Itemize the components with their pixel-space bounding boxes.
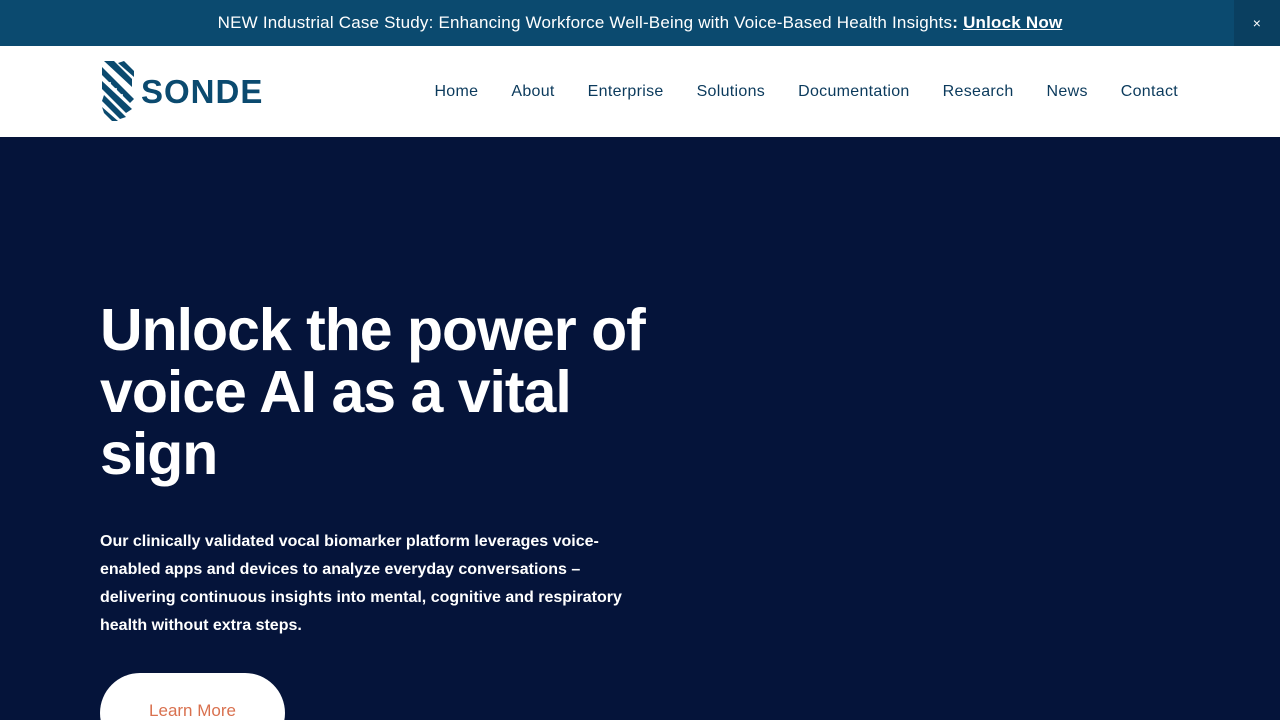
site-header: SONDE Home About Enterprise Solutions Do… [0,46,1280,137]
hero-headline: Unlock the power of voice AI as a vital … [100,297,646,487]
close-announcement-button[interactable]: × [1234,0,1280,46]
learn-more-button[interactable]: Learn More [100,673,285,720]
nav-contact[interactable]: Contact [1121,83,1178,101]
nav-research[interactable]: Research [943,83,1014,101]
hero-description: Our clinically validated vocal biomarker… [100,533,622,634]
announcement-text-wrap: NEW Industrial Case Study: Enhancing Wor… [218,13,1063,33]
nav-home[interactable]: Home [434,83,478,101]
main-nav: Home About Enterprise Solutions Document… [434,46,1178,137]
nav-solutions[interactable]: Solutions [697,83,766,101]
close-icon: × [1252,15,1262,31]
nav-news[interactable]: News [1047,83,1088,101]
logo-mark-icon [102,61,134,121]
hero-section: Unlock the power of voice AI as a vital … [0,137,1280,720]
nav-about[interactable]: About [511,83,554,101]
logo-wordmark: SONDE [141,73,264,110]
nav-documentation[interactable]: Documentation [798,83,910,101]
unlock-now-link[interactable]: Unlock Now [963,13,1062,32]
announcement-bar: NEW Industrial Case Study: Enhancing Wor… [0,0,1280,46]
nav-enterprise[interactable]: Enterprise [588,83,664,101]
sonde-logo[interactable]: SONDE [100,59,263,123]
announcement-text: NEW Industrial Case Study: Enhancing Wor… [217,13,953,32]
announcement-colon: : [952,13,959,32]
